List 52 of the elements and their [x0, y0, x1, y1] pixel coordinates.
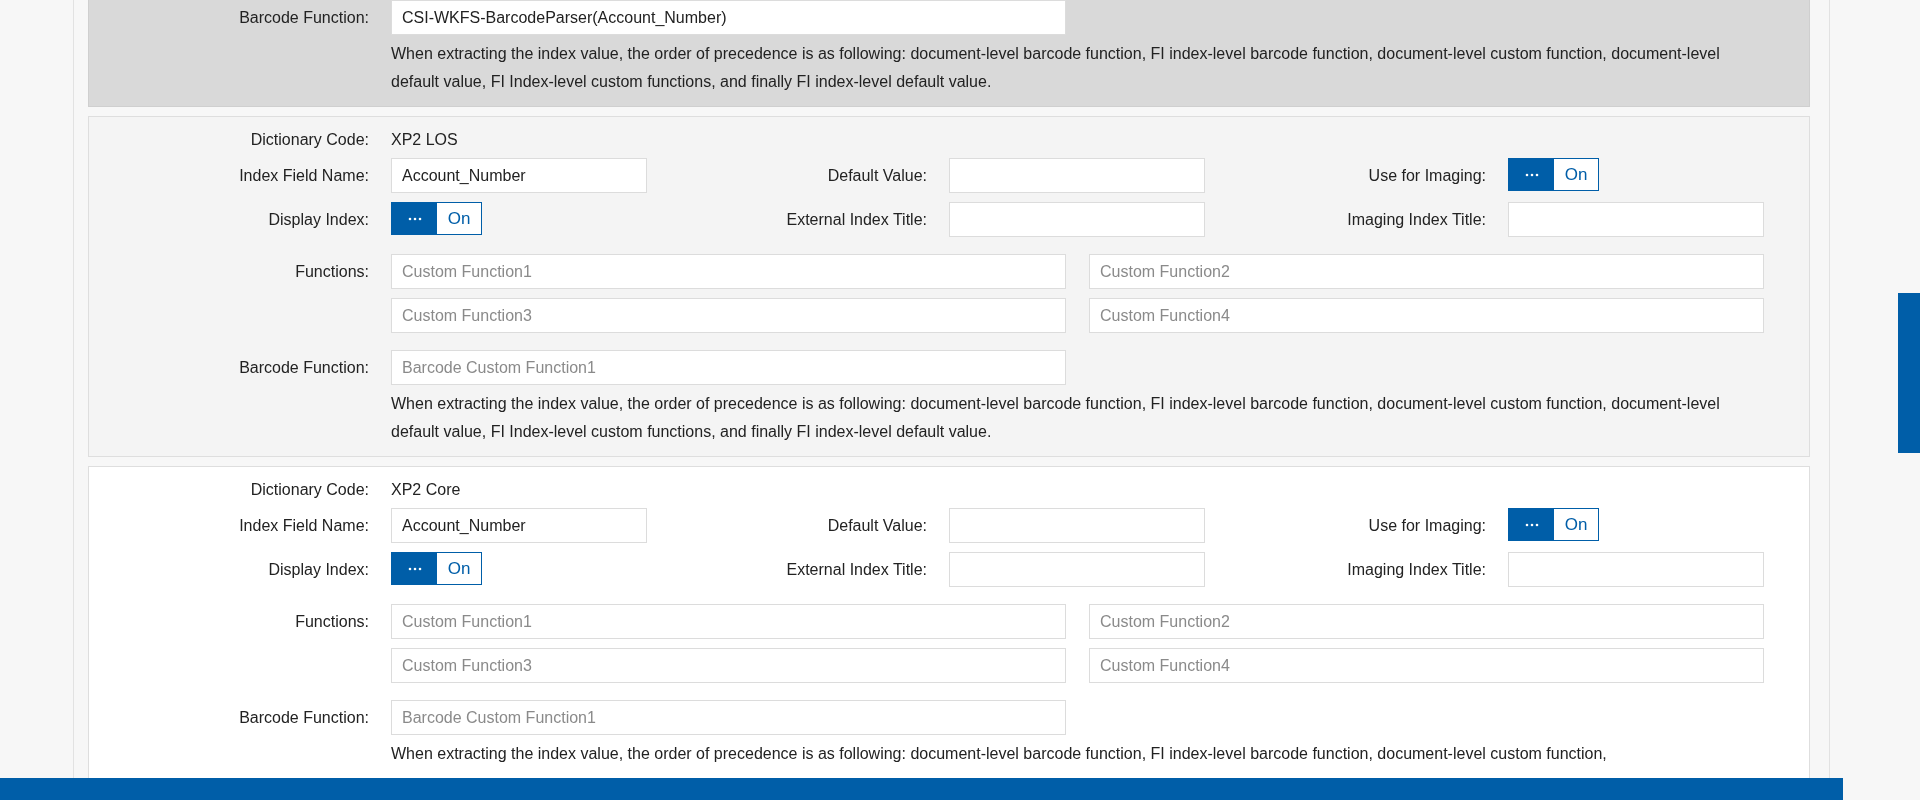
input-field[interactable] — [1508, 552, 1764, 587]
field-label: Default Value: — [826, 166, 927, 185]
field-label: Index Field Name: — [238, 166, 369, 185]
grip-icon — [407, 566, 422, 571]
toggle-switch[interactable]: On — [1508, 158, 1599, 191]
input-field[interactable] — [949, 202, 1205, 237]
input-field[interactable]: Custom Function3 — [391, 648, 1066, 683]
input-field[interactable]: Account_Number — [391, 158, 647, 193]
input-field[interactable]: Barcode Custom Function1 — [391, 700, 1066, 735]
field-label: Default Value: — [826, 516, 927, 535]
toggle-switch[interactable]: On — [1508, 508, 1599, 541]
input-field[interactable] — [949, 508, 1205, 543]
dictionary-code: XP2 LOS — [391, 131, 459, 149]
field-label: Display Index: — [267, 210, 369, 229]
input-field[interactable]: Custom Function4 — [1089, 648, 1764, 683]
field-label: Barcode Function: — [238, 708, 369, 727]
input-field[interactable]: Custom Function2 — [1089, 254, 1764, 289]
input-field[interactable]: Custom Function1 — [391, 604, 1066, 639]
input-field[interactable] — [1508, 202, 1764, 237]
toggle-switch[interactable]: On — [391, 552, 482, 585]
input-field[interactable]: Barcode Custom Function1 — [391, 350, 1066, 385]
input-field[interactable] — [949, 158, 1205, 193]
input-field[interactable]: Custom Function4 — [1089, 298, 1764, 333]
field-label: Display Index: — [267, 560, 369, 579]
input-field[interactable]: Custom Function2 — [1089, 604, 1764, 639]
field-label: Functions: — [294, 612, 369, 631]
input-field[interactable]: Custom Function1 — [391, 254, 1066, 289]
field-label: Barcode Function: — [238, 8, 369, 27]
grip-icon — [1524, 172, 1539, 177]
input-field[interactable]: Account_Number — [391, 508, 647, 543]
scroll-handle[interactable] — [1898, 293, 1920, 453]
input-field[interactable] — [949, 552, 1205, 587]
field-label: Barcode Function: — [238, 358, 369, 377]
toggle-switch[interactable]: On — [391, 202, 482, 235]
field-label: Imaging Index Title: — [1346, 560, 1486, 579]
help-text: When extracting the index value, the order of precedence is as following: document-level barcode function, FI index-level barcode function, document-level custom function, document-level default value, FI Index-level custom functions, and finally FI index-level default value. — [391, 44, 1721, 92]
field-label: Index Field Name: — [238, 516, 369, 535]
help-text: When extracting the index value, the order of precedence is as following: document-level barcode function, FI index-level barcode function, document-level custom function, — [391, 744, 1608, 764]
grip-icon — [407, 216, 422, 221]
input-field[interactable]: CSI-WKFS-BarcodeParser(Account_Number) — [391, 0, 1066, 35]
field-label: Use for Imaging: — [1367, 166, 1486, 185]
field-label: Dictionary Code: — [249, 131, 369, 149]
input-field[interactable]: Custom Function3 — [391, 298, 1066, 333]
field-label: Functions: — [294, 262, 369, 281]
field-label: Dictionary Code: — [249, 481, 369, 499]
dictionary-code: XP2 Core — [391, 481, 462, 499]
field-label: External Index Title: — [785, 210, 927, 229]
field-label: Imaging Index Title: — [1346, 210, 1486, 229]
grip-icon — [1524, 522, 1539, 527]
field-label: Use for Imaging: — [1367, 516, 1486, 535]
field-label: External Index Title: — [785, 560, 927, 579]
help-text: When extracting the index value, the order of precedence is as following: document-level barcode function, FI index-level barcode function, document-level custom function, document-level default value, FI Index-level custom functions, and finally FI index-level default value. — [391, 394, 1721, 442]
